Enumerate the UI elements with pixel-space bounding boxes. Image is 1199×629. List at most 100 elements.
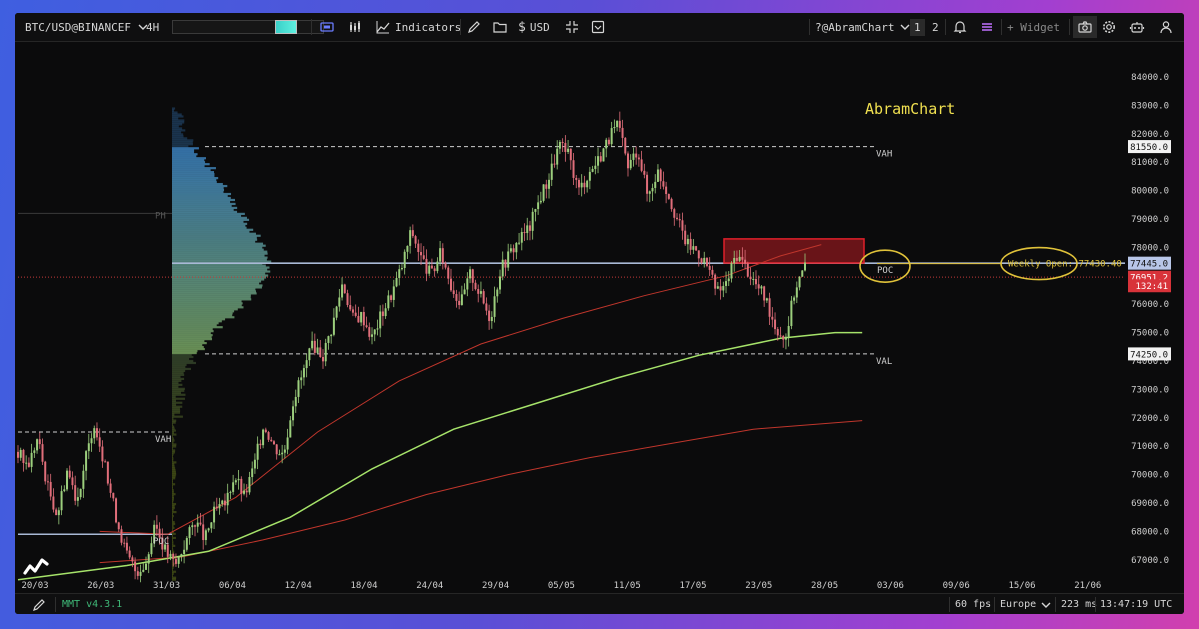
volume-profile-bar <box>172 343 203 347</box>
time-range-slider[interactable] <box>172 13 324 41</box>
volume-profile-bar <box>172 304 242 307</box>
candle-body <box>183 549 186 555</box>
candle-body <box>784 336 787 340</box>
account-button[interactable] <box>1158 13 1174 41</box>
user-icon <box>1160 21 1172 34</box>
candle-body <box>738 256 741 261</box>
volume-profile-bar <box>172 175 215 178</box>
candle-type-button[interactable] <box>348 13 364 41</box>
volume-profile-bar <box>172 417 174 420</box>
indicators-button[interactable]: Indicators <box>375 13 461 41</box>
volume-profile-bar <box>172 131 182 134</box>
candle-body <box>741 256 744 260</box>
candle-body <box>74 485 77 501</box>
region-selector[interactable]: Europe <box>1000 594 1054 614</box>
volume-profile-bar <box>172 481 173 484</box>
candle-body <box>765 298 768 301</box>
symbol-selector[interactable]: BTC/USD@BINANCEF <box>25 13 151 41</box>
draw-mode-button[interactable] <box>31 594 47 614</box>
volume-profile-bar <box>172 572 174 575</box>
layout-tab-1[interactable]: 1 <box>910 13 925 41</box>
candle-body <box>357 315 360 323</box>
candle-body <box>684 230 687 245</box>
volume-profile-bar <box>172 151 195 154</box>
candle-body <box>172 553 175 559</box>
candle-body <box>561 141 564 144</box>
slider-handle[interactable] <box>275 20 297 34</box>
folder-icon <box>493 22 507 33</box>
candle-body <box>292 406 295 421</box>
candle-body <box>46 481 49 483</box>
candle-body <box>572 160 575 178</box>
volume-profile-bar <box>172 487 173 490</box>
candle-body <box>471 269 474 283</box>
candle-body <box>248 477 251 493</box>
folder-button[interactable] <box>492 13 508 41</box>
candle-body <box>795 287 798 298</box>
volume-profile-bar <box>172 208 234 212</box>
candle-body <box>692 246 695 250</box>
volume-profile-bar <box>172 377 185 380</box>
candle-body <box>439 248 442 262</box>
candle-body <box>588 171 591 181</box>
add-widget-button[interactable]: + Widget <box>1007 13 1060 41</box>
bot-button[interactable] <box>1129 13 1145 41</box>
candle-body <box>68 470 71 478</box>
currency-button[interactable]: $ USD <box>518 13 550 41</box>
candle-body <box>270 439 273 442</box>
candle-body <box>553 163 556 165</box>
theme-button[interactable] <box>979 13 995 41</box>
candle-body <box>174 558 177 564</box>
candle-body <box>646 174 649 194</box>
price-label-text: 81550.0 <box>1130 143 1168 153</box>
indicators-label: Indicators <box>395 20 462 34</box>
region-label: Europe <box>1000 599 1037 610</box>
volume-profile-bar <box>172 330 214 333</box>
candle-body <box>640 159 643 171</box>
notifications-button[interactable] <box>952 13 968 41</box>
candle-body <box>621 127 624 138</box>
candle-body <box>360 311 363 323</box>
alerts-panel-button[interactable] <box>590 13 606 41</box>
volume-profile-bar <box>172 383 183 386</box>
candle-body <box>648 191 651 194</box>
drawing-tool-button[interactable] <box>466 13 482 41</box>
volume-profile-bar <box>172 123 183 126</box>
volume-profile-bar <box>172 115 184 118</box>
volume-profile-bar <box>172 507 175 510</box>
candle-body <box>403 251 406 268</box>
volume-profile-bar <box>172 180 217 184</box>
candle-body <box>697 250 700 259</box>
chart-area[interactable]: VAH VAL POC VAH PH POC Weekly Open: 77430.40 8… <box>15 42 1184 593</box>
candle-body <box>134 561 137 572</box>
candle-body <box>346 293 349 306</box>
candle-body <box>763 286 766 301</box>
candle-body <box>528 225 531 231</box>
layout-selector[interactable]: ?@AbramChart <box>815 13 913 41</box>
volume-profile-bar <box>172 403 177 406</box>
candle-body <box>185 538 188 550</box>
gear-icon <box>1103 21 1115 33</box>
screenshot-button[interactable] <box>1073 13 1097 41</box>
candle-body <box>281 452 284 455</box>
candle-body <box>243 490 246 494</box>
volume-profile-bar <box>172 483 176 486</box>
fullscreen-button[interactable] <box>564 13 580 41</box>
candle-body <box>771 316 774 320</box>
candle-body <box>215 506 218 509</box>
candle-body <box>275 444 278 455</box>
volume-profile-bar <box>172 240 256 243</box>
volume-profile-bar <box>172 505 175 508</box>
layout-tab-2[interactable]: 2 <box>932 13 939 41</box>
robot-icon <box>1129 22 1145 33</box>
price-chart[interactable]: VAH VAL POC VAH PH POC Weekly Open: 77430.40 8… <box>15 42 1184 593</box>
chevron-down-icon <box>1041 602 1051 608</box>
timeframe-selector[interactable]: 4H <box>146 13 159 41</box>
candlestick-icon <box>350 21 360 32</box>
volume-profile-bar <box>172 192 232 196</box>
candle-body <box>512 248 515 253</box>
settings-button[interactable] <box>1101 13 1117 41</box>
chart-mode-button[interactable] <box>319 13 335 41</box>
candle-body <box>509 248 512 252</box>
candle-body <box>82 470 85 489</box>
